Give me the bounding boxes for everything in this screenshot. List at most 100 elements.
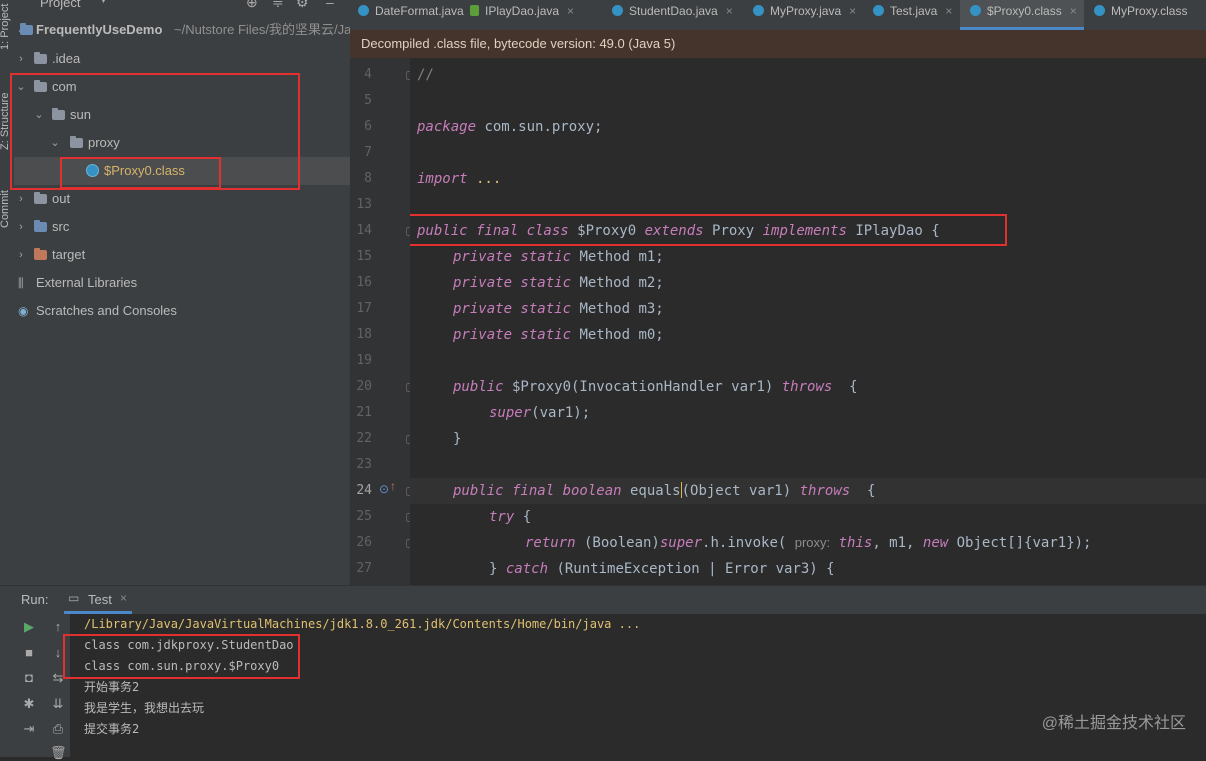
- tree-item-label: External Libraries: [36, 275, 138, 290]
- chevron-right-icon[interactable]: ›: [16, 45, 26, 73]
- tab-dateformat[interactable]: DateFormat.java×: [358, 0, 479, 30]
- line-number: 23: [356, 457, 372, 472]
- close-icon[interactable]: ×: [120, 591, 127, 605]
- close-icon[interactable]: ×: [849, 4, 856, 18]
- line-number: 19: [356, 353, 372, 368]
- line-number: 16: [356, 275, 372, 290]
- chevron-down-icon[interactable]: ▼: [98, 0, 109, 6]
- close-icon[interactable]: ×: [726, 4, 733, 18]
- line-number: 18: [356, 327, 372, 342]
- line-number: 7: [364, 145, 372, 160]
- project-header-label[interactable]: Project: [40, 0, 80, 10]
- pin-icon[interactable]: ✱: [21, 696, 37, 712]
- exit-icon[interactable]: ⇥: [21, 721, 37, 737]
- code-line-4: //: [417, 67, 434, 83]
- tab-label: StudentDao.java: [629, 4, 718, 18]
- source-folder-icon: [34, 220, 47, 232]
- rerun-icon[interactable]: ▶: [21, 619, 37, 635]
- code-editor[interactable]: // package com.sun.proxy; import ... pub…: [410, 58, 1206, 585]
- line-number: 14: [356, 223, 372, 238]
- output-line: 提交事务2: [84, 722, 140, 736]
- tree-item-external-libraries[interactable]: ⫼ External Libraries: [14, 269, 350, 297]
- collapse-all-icon[interactable]: ≑: [272, 0, 284, 11]
- line-number: 15: [356, 249, 372, 264]
- chevron-right-icon[interactable]: ›: [16, 213, 26, 241]
- line-number: 22: [356, 431, 372, 446]
- tree-item-idea[interactable]: › .idea: [14, 45, 350, 73]
- decompiled-banner: Decompiled .class file, bytecode version…: [350, 30, 1206, 58]
- class-icon: [358, 5, 369, 16]
- tab-label: $Proxy0.class: [987, 4, 1062, 18]
- tab-test[interactable]: Test.java ×: [873, 0, 963, 30]
- tree-item-label: target: [52, 247, 86, 262]
- line-number: 5: [364, 93, 372, 108]
- tree-item-src[interactable]: › src: [14, 213, 350, 241]
- excluded-folder-icon: [34, 248, 47, 260]
- tree-item-target[interactable]: › target: [14, 241, 350, 269]
- class-icon: [753, 5, 764, 16]
- delete-icon[interactable]: 🗑: [50, 745, 67, 761]
- scratches-icon: ◉: [18, 304, 29, 318]
- close-icon[interactable]: ×: [567, 4, 574, 18]
- project-panel: Project ▼ ⊕ ≑ ⚙ – ⌄ FrequentlyUseDemo ~/…: [10, 0, 351, 585]
- line-number-current: 24: [356, 483, 372, 498]
- locate-icon[interactable]: ⊕: [246, 0, 258, 11]
- gear-icon[interactable]: ⚙: [296, 0, 309, 11]
- class-icon: [873, 5, 884, 16]
- camera-icon[interactable]: ◘: [21, 670, 37, 685]
- line-number: 27: [356, 561, 372, 576]
- code-line-27: } catch (RuntimeException | Error var3) …: [489, 561, 835, 577]
- tab-iplaydao[interactable]: IPlayDao.java ×: [470, 0, 594, 30]
- run-tab-test[interactable]: Test: [88, 592, 112, 607]
- run-tab-bar: Run: ▭ Test ×: [0, 586, 1206, 614]
- chevron-right-icon[interactable]: ›: [16, 241, 26, 269]
- run-toolbar: ▶ ↑ ■ ↓ ◘ ⇆ ✱ ⇊ ⇥ ⎙ 🗑: [0, 614, 70, 760]
- tab-myproxy-java[interactable]: MyProxy.java ×: [753, 0, 863, 30]
- run-panel: Run: ▭ Test × ▶ ↑ ■ ↓ ◘ ⇆ ✱ ⇊ ⇥ ⎙ 🗑 /Lib…: [0, 585, 1206, 760]
- scroll-up-icon[interactable]: ↑: [50, 619, 66, 634]
- code-line-16: private static Method m2;: [453, 275, 664, 291]
- tab-myproxy-class[interactable]: MyProxy.class: [1094, 0, 1206, 30]
- library-icon: ⫼: [18, 276, 24, 290]
- code-line-21: super(var1);: [489, 405, 591, 421]
- highlight-box-class-file: [60, 157, 221, 189]
- tree-root[interactable]: ⌄ FrequentlyUseDemo ~/Nutstore Files/我的坚…: [14, 17, 351, 43]
- output-line: /Library/Java/JavaVirtualMachines/jdk1.8…: [84, 617, 641, 631]
- close-icon[interactable]: ×: [945, 4, 952, 18]
- stop-icon[interactable]: ■: [21, 645, 37, 660]
- tab-label: MyProxy.java: [770, 4, 842, 18]
- code-line-6: package com.sun.proxy;: [417, 119, 603, 135]
- code-line-17: private static Method m3;: [453, 301, 664, 317]
- line-number: 21: [356, 405, 372, 420]
- tab-label: MyProxy.class: [1111, 4, 1188, 18]
- minimize-icon[interactable]: –: [326, 0, 334, 10]
- tree-item-scratches[interactable]: ◉ Scratches and Consoles: [14, 297, 350, 325]
- folder-icon: [34, 192, 47, 204]
- code-line-18: private static Method m0;: [453, 327, 664, 343]
- code-line-22: }: [453, 431, 462, 447]
- project-tool-tab[interactable]: 1: Project: [0, 4, 11, 50]
- parameter-hint: proxy:: [794, 535, 831, 550]
- tab-studentdao[interactable]: StudentDao.java ×: [612, 0, 738, 30]
- override-arrow-icon[interactable]: ↑: [390, 479, 396, 493]
- editor-tab-bar: DateFormat.java× IPlayDao.java × StudentD…: [350, 0, 1206, 31]
- commit-tool-tab[interactable]: Commit: [0, 190, 11, 228]
- tree-item-label: src: [52, 219, 70, 234]
- editor-gutter: 4 5 6 7 8 13 14 15 16 17 18 19 20 21 22 …: [350, 58, 413, 585]
- output-line: 我是学生，我想出去玩: [84, 701, 205, 715]
- line-number: 26: [356, 535, 372, 550]
- scroll-to-end-icon[interactable]: ⇊: [50, 696, 66, 712]
- tab-proxy0-class[interactable]: $Proxy0.class ×: [960, 0, 1084, 30]
- close-icon[interactable]: ×: [1070, 4, 1077, 18]
- tab-label: Test.java: [890, 4, 938, 18]
- code-line-25: try {: [489, 509, 532, 525]
- highlight-box-output: [63, 634, 300, 679]
- tree-root-name: FrequentlyUseDemo: [36, 22, 163, 37]
- interface-icon: [470, 5, 479, 16]
- code-line-15: private static Method m1;: [453, 249, 664, 265]
- code-line-24: public final boolean equals(Object var1)…: [453, 482, 876, 499]
- tab-label: IPlayDao.java: [485, 4, 560, 18]
- print-icon[interactable]: ⎙: [50, 721, 66, 737]
- override-icon[interactable]: ⊙: [379, 482, 389, 496]
- tree-item-label: Scratches and Consoles: [36, 303, 177, 318]
